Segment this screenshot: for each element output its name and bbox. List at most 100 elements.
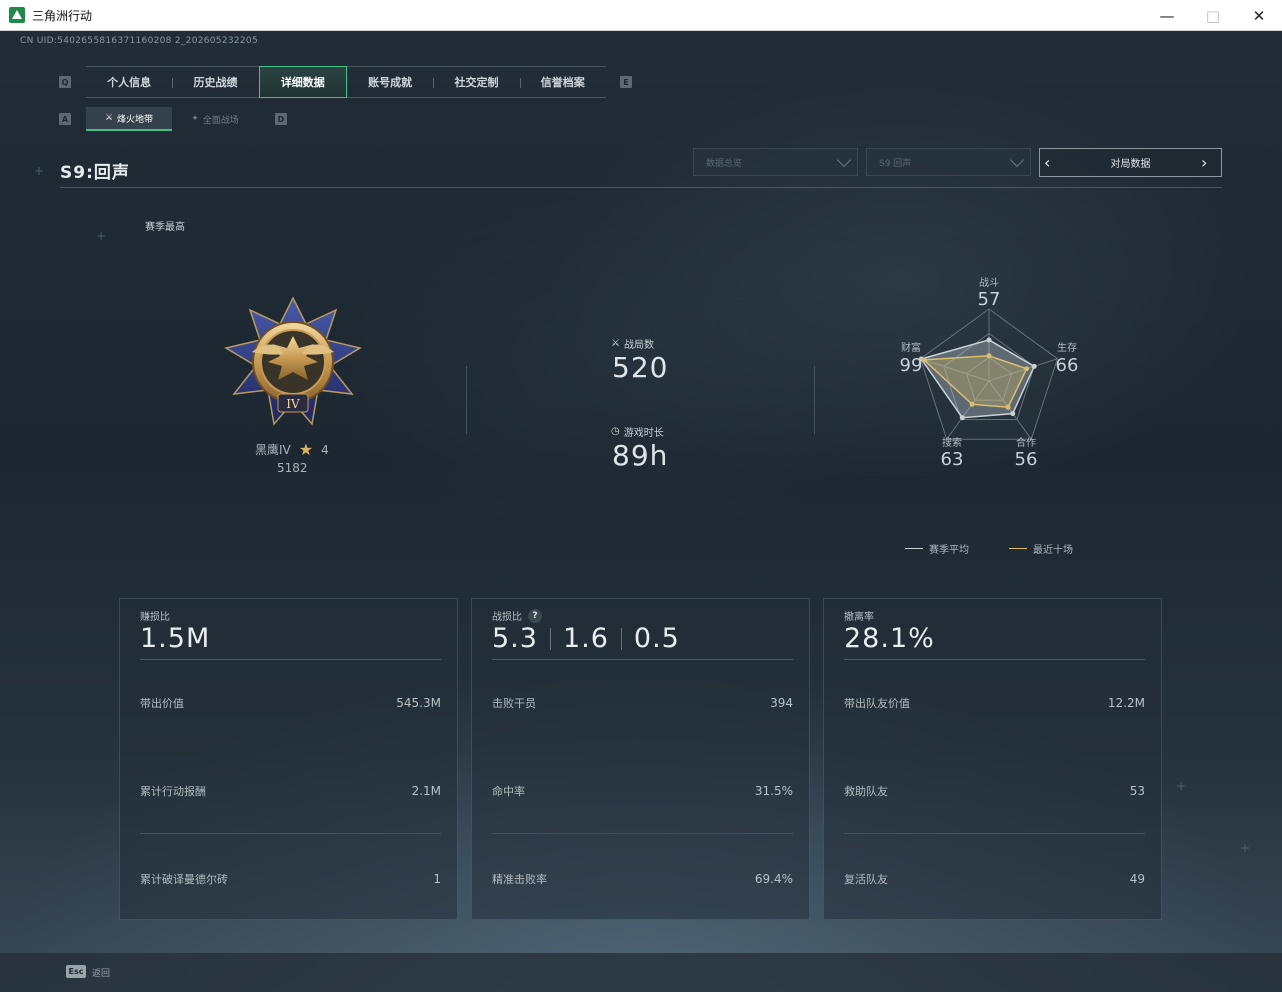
match-data-label: 对局数据 bbox=[1110, 159, 1151, 170]
row-label: 救助队友 bbox=[844, 785, 888, 798]
keyhint-prev-tab[interactable]: Q bbox=[59, 76, 71, 88]
tab-detailed-data[interactable]: 详细数据 bbox=[258, 66, 347, 98]
legend-season-avg: 赛季平均 bbox=[905, 541, 969, 556]
maximize-icon[interactable]: □ bbox=[1190, 0, 1236, 31]
data-category-dropdown-value: 数据总览 bbox=[706, 158, 743, 169]
decor-plus-icon: + bbox=[96, 229, 107, 243]
row-label: 累计破译曼德尔砖 bbox=[140, 873, 228, 886]
card-label: 赚损比 bbox=[140, 608, 170, 623]
decor-plus-icon: + bbox=[34, 164, 45, 178]
row-value: 12.2M bbox=[1107, 696, 1145, 710]
row-label: 累计行动报酬 bbox=[140, 785, 206, 798]
svg-text:IV: IV bbox=[286, 397, 300, 411]
radar-label-cooperation: 合作 bbox=[1016, 438, 1036, 449]
card-row: 精准击败率 69.4% bbox=[492, 871, 793, 887]
app-logo-icon bbox=[9, 7, 25, 23]
playtime-value: 89h bbox=[612, 439, 669, 472]
radar-value-search: 63 bbox=[940, 449, 964, 470]
back-label[interactable]: 返回 bbox=[92, 966, 110, 979]
card-row: 累计行动报酬 2.1M bbox=[140, 783, 441, 799]
chevron-right-icon[interactable]: › bbox=[1201, 155, 1217, 171]
keyhint-prev-subtab[interactable]: A bbox=[59, 113, 71, 125]
help-icon[interactable]: ? bbox=[528, 608, 542, 623]
radar-value-combat: 57 bbox=[977, 289, 1001, 310]
tab-mode-extraction[interactable]: ⚔ 烽火地带 bbox=[86, 107, 172, 131]
rank-emblem-icon: IV bbox=[224, 296, 362, 426]
operations-icon: ⚔ bbox=[104, 113, 114, 123]
card-big-value-1: 5.3 bbox=[492, 623, 538, 654]
legend-swatch-season-avg bbox=[905, 548, 923, 549]
matches-label-text: 战局数 bbox=[623, 340, 654, 351]
card-divider bbox=[844, 659, 1145, 660]
tab-match-history[interactable]: 历史战绩 bbox=[172, 67, 258, 97]
data-category-dropdown[interactable]: 数据总览 bbox=[693, 148, 858, 176]
card-label-text: 战损比 bbox=[492, 612, 522, 623]
card-row: 命中率 31.5% bbox=[492, 783, 793, 799]
card-label: 战损比 ? bbox=[492, 608, 542, 623]
row-divider bbox=[844, 833, 1145, 834]
rank-score: 5182 bbox=[277, 461, 308, 475]
matches-label: ⚔ 战局数 bbox=[611, 336, 654, 351]
matches-value: 520 bbox=[612, 351, 669, 384]
tab-achievements[interactable]: 账号成就 bbox=[347, 67, 433, 97]
chevron-left-icon[interactable]: ‹ bbox=[1044, 155, 1060, 171]
card-big-value: 5.3 1.6 0.5 bbox=[492, 623, 680, 654]
row-label: 复活队友 bbox=[844, 873, 888, 886]
row-label: 精准击败率 bbox=[492, 873, 547, 886]
card-row: 救助队友 53 bbox=[844, 783, 1145, 799]
season-dropdown[interactable]: S9 回声 bbox=[866, 148, 1031, 176]
tab-credit-record[interactable]: 信誉档案 bbox=[519, 67, 606, 97]
radar-series-season-avg-point bbox=[1031, 363, 1037, 369]
playtime-label: ◷ 游戏时长 bbox=[611, 424, 664, 439]
card-big-value: 28.1% bbox=[844, 623, 935, 654]
rank-name: 黑鹰IV ★ 4 bbox=[255, 440, 329, 459]
playtime-label-text: 游戏时长 bbox=[623, 428, 664, 439]
row-value: 53 bbox=[1129, 784, 1145, 798]
radar-value-cooperation: 56 bbox=[1014, 449, 1038, 470]
rank-stars: 4 bbox=[321, 442, 329, 457]
stat-card-profit: 赚损比 1.5M 带出价值 545.3M 累计行动报酬 2.1M 累计破译曼德尔砖 1 bbox=[119, 598, 458, 920]
tab-social-custom[interactable]: 社交定制 bbox=[433, 67, 519, 97]
main-tab-bar: 个人信息 历史战绩 详细数据 账号成就 社交定制 信誉档案 bbox=[86, 66, 606, 98]
radar-series-recent-ten-point bbox=[986, 353, 992, 359]
radar-series-recent-ten-point bbox=[969, 401, 975, 407]
row-value: 2.1M bbox=[411, 784, 441, 798]
decor-plus-icon: + bbox=[1176, 779, 1187, 793]
keyhint-next-tab[interactable]: E bbox=[620, 76, 632, 88]
row-value: 545.3M bbox=[396, 696, 441, 710]
match-data-navigator[interactable]: ‹ 对局数据 › bbox=[1039, 148, 1222, 177]
window-titlebar: 三角洲行动 — □ ✕ bbox=[0, 0, 1282, 31]
legend-recent-ten: 最近十场 bbox=[1009, 541, 1073, 556]
mode-tab-bar: ⚔ 烽火地带 ✦ 全面战场 bbox=[86, 107, 258, 131]
esc-key-button[interactable]: Esc bbox=[66, 965, 86, 978]
card-divider bbox=[140, 659, 441, 660]
card-divider bbox=[492, 659, 793, 660]
radar-label-wealth: 财富 bbox=[901, 343, 921, 354]
keyhint-next-subtab[interactable]: D bbox=[275, 113, 287, 125]
stat-card-kd: 战损比 ? 5.3 1.6 0.5 击败干员 394 命中率 31.5% 精准击败率… bbox=[471, 598, 810, 920]
radar-series-season-avg-point bbox=[1010, 411, 1016, 417]
card-label-text: 撤离率 bbox=[844, 612, 874, 623]
card-big-value-1: 1.5M bbox=[140, 623, 211, 654]
close-icon[interactable]: ✕ bbox=[1236, 0, 1282, 31]
row-value: 69.4% bbox=[754, 872, 793, 886]
tab-personal-info[interactable]: 个人信息 bbox=[86, 67, 172, 97]
tab-mode-warfare[interactable]: ✦ 全面战场 bbox=[172, 107, 258, 131]
card-big-value-3: 0.5 bbox=[633, 623, 680, 654]
radar-label-survival: 生存 bbox=[1057, 343, 1077, 354]
value-separator bbox=[549, 627, 551, 650]
season-dropdown-value: S9 回声 bbox=[879, 158, 912, 169]
window-title: 三角洲行动 bbox=[32, 8, 93, 23]
legend-season-avg-label: 赛季平均 bbox=[929, 545, 969, 556]
card-row: 带出队友价值 12.2M bbox=[844, 695, 1145, 711]
value-separator bbox=[620, 627, 622, 650]
star-icon: ★ bbox=[298, 440, 314, 459]
row-label: 带出队友价值 bbox=[844, 697, 910, 710]
window-controls: — □ ✕ bbox=[1144, 0, 1282, 31]
ability-radar-chart: 战斗 57 生存 66 合作 56 搜索 63 财富 99 bbox=[880, 271, 1100, 481]
minimize-icon[interactable]: — bbox=[1144, 0, 1190, 31]
divider-left bbox=[466, 366, 467, 434]
row-divider bbox=[492, 833, 793, 834]
divider-right bbox=[814, 366, 815, 434]
stat-card-extraction: 撤离率 28.1% 带出队友价值 12.2M 救助队友 53 复活队友 49 bbox=[823, 598, 1162, 920]
